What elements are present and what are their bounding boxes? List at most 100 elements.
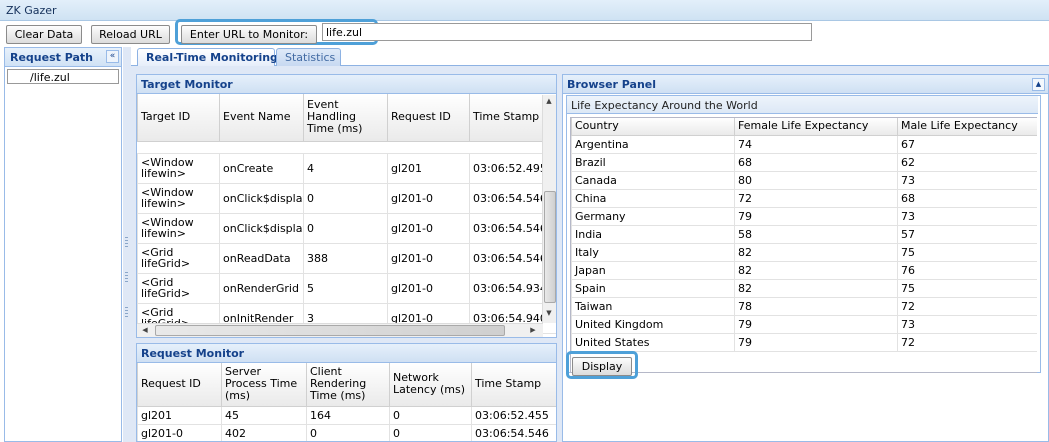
table-row[interactable]: China 72 68 xyxy=(571,188,1037,208)
table-cell: 0 xyxy=(303,212,388,244)
clear-data-button[interactable]: Clear Data xyxy=(6,25,82,44)
column-header[interactable]: Network Latency (ms) xyxy=(389,363,472,407)
request-path-title: Request Path xyxy=(5,48,121,67)
table-cell: 80 xyxy=(734,170,898,190)
column-header[interactable]: Target ID xyxy=(137,94,220,142)
target-monitor-vscroll[interactable]: ▲ ▼ xyxy=(542,95,556,323)
reload-url-button[interactable]: Reload URL xyxy=(91,25,170,44)
table-row[interactable]: <Grid lifeGrid> onReadData 388 gl201-0 0… xyxy=(137,242,556,274)
collapse-up-icon[interactable]: ▲ xyxy=(1032,78,1045,91)
table-cell: India xyxy=(571,224,735,244)
table-cell: Taiwan xyxy=(571,296,735,316)
table-row[interactable]: <Window lifewin> onClick$display 0 gl201… xyxy=(137,212,556,244)
table-row[interactable]: Argentina 74 67 xyxy=(571,134,1037,154)
table-row[interactable]: Italy 82 75 xyxy=(571,242,1037,262)
table-cell: United Kingdom xyxy=(571,314,735,334)
target-monitor-panel: Target Monitor Target ID Event Name Even… xyxy=(136,74,557,338)
table-cell: 73 xyxy=(897,206,1037,226)
table-cell: 0 xyxy=(389,423,472,441)
table-row[interactable]: Japan 82 76 xyxy=(571,260,1037,280)
request-path-panel: Request Path « /life.zul xyxy=(4,47,122,442)
column-header[interactable]: Request ID xyxy=(137,363,222,407)
table-cell: 4 xyxy=(303,152,388,184)
display-button[interactable]: Display xyxy=(572,357,632,376)
table-row[interactable]: United Kingdom 79 73 xyxy=(571,314,1037,334)
table-cell: <Window lifewin> xyxy=(137,182,220,214)
splitter-arrow-icon xyxy=(125,272,128,282)
column-header[interactable]: Server Process Time (ms) xyxy=(221,363,307,407)
table-cell: gl201-0 xyxy=(387,212,470,244)
table-row[interactable]: Brazil 68 62 xyxy=(571,152,1037,172)
column-header[interactable]: Time Stamp xyxy=(471,363,556,407)
column-header[interactable]: Client Rendering Time (ms) xyxy=(306,363,390,407)
enter-url-button[interactable]: Enter URL to Monitor: xyxy=(181,25,317,44)
table-cell: United States xyxy=(571,332,735,352)
splitter-handle[interactable] xyxy=(123,47,131,442)
table-row[interactable]: gl201 45 164 0 03:06:52.455 xyxy=(137,405,556,425)
table-cell: 03:06:54.546 xyxy=(471,423,556,441)
table-cell: 62 xyxy=(897,152,1037,172)
life-expectancy-window: Life Expectancy Around the World Country… xyxy=(566,95,1041,373)
tab-statistics[interactable]: Statistics xyxy=(276,48,341,66)
table-cell: onClick$display xyxy=(219,212,304,244)
table-cell: 57 xyxy=(897,224,1037,244)
table-row[interactable]: Germany 79 73 xyxy=(571,206,1037,226)
table-cell: 73 xyxy=(897,170,1037,190)
life-grid-body: Country Female Life Expectancy Male Life… xyxy=(570,117,1037,373)
table-row[interactable]: Taiwan 78 72 xyxy=(571,296,1037,316)
splitter-grip-icon xyxy=(125,237,128,247)
scroll-right-icon[interactable]: ▶ xyxy=(527,326,539,334)
tab-real-time-monitoring[interactable]: Real-Time Monitoring xyxy=(137,48,278,66)
column-header[interactable]: Country xyxy=(571,118,735,136)
table-cell: gl201 xyxy=(387,152,470,184)
table-cell: gl201-0 xyxy=(387,272,470,304)
target-monitor-header-row: Target ID Event Name Event Handling Time… xyxy=(137,94,556,142)
browser-panel: Browser Panel ▲ Life Expectancy Around t… xyxy=(562,74,1049,442)
table-cell: Germany xyxy=(571,206,735,226)
table-cell: onClick$display xyxy=(219,182,304,214)
scroll-thumb[interactable] xyxy=(155,325,505,336)
splitter-grip-icon xyxy=(125,307,128,317)
scroll-up-icon[interactable]: ▲ xyxy=(543,97,555,105)
table-cell: 72 xyxy=(734,188,898,208)
table-cell: 03:06:52.455 xyxy=(471,405,556,425)
target-monitor-hscroll[interactable]: ◀ ▶ xyxy=(137,323,543,337)
table-row[interactable]: <Window lifewin> onCreate 4 gl201 03:06:… xyxy=(137,152,556,184)
target-monitor-title: Target Monitor xyxy=(137,75,556,94)
scroll-down-icon[interactable]: ▼ xyxy=(543,309,555,317)
table-cell: 58 xyxy=(734,224,898,244)
request-path-item[interactable]: /life.zul xyxy=(7,69,119,84)
table-cell: onRenderGrid xyxy=(219,272,304,304)
table-row[interactable]: gl201-0 402 0 0 03:06:54.546 xyxy=(137,423,556,441)
column-header[interactable]: Male Life Expectancy xyxy=(897,118,1037,136)
table-cell: <Window lifewin> xyxy=(137,212,220,244)
table-row[interactable]: Spain 82 75 xyxy=(571,278,1037,298)
table-row[interactable]: Canada 80 73 xyxy=(571,170,1037,190)
table-cell: <Grid lifeGrid> xyxy=(137,242,220,274)
table-row[interactable]: <Grid lifeGrid> onRenderGrid 5 gl201-0 0… xyxy=(137,272,556,304)
table-row[interactable]: United States 79 72 xyxy=(571,332,1037,352)
table-cell: 68 xyxy=(897,188,1037,208)
table-row[interactable]: India 58 57 xyxy=(571,224,1037,244)
column-header[interactable]: Event Name xyxy=(219,94,304,142)
url-input[interactable] xyxy=(322,23,812,41)
table-cell: gl201-0 xyxy=(137,423,222,441)
column-header[interactable]: Request ID xyxy=(387,94,470,142)
scroll-thumb[interactable] xyxy=(544,191,556,303)
table-cell: Italy xyxy=(571,242,735,262)
table-cell: Spain xyxy=(571,278,735,298)
table-cell: Brazil xyxy=(571,152,735,172)
column-header[interactable]: Event Handling Time (ms) xyxy=(303,94,388,142)
scroll-left-icon[interactable]: ◀ xyxy=(139,326,151,334)
table-cell: 0 xyxy=(306,423,390,441)
column-header[interactable]: Female Life Expectancy xyxy=(734,118,898,136)
table-cell: onReadData xyxy=(219,242,304,274)
table-cell: 402 xyxy=(221,423,307,441)
table-cell: 74 xyxy=(734,134,898,154)
table-cell: 82 xyxy=(734,278,898,298)
collapse-left-icon[interactable]: « xyxy=(106,50,119,63)
table-cell: 388 xyxy=(303,242,388,274)
table-cell: 72 xyxy=(897,332,1037,352)
table-cell: 79 xyxy=(734,314,898,334)
table-row[interactable]: <Window lifewin> onClick$display 0 gl201… xyxy=(137,182,556,214)
